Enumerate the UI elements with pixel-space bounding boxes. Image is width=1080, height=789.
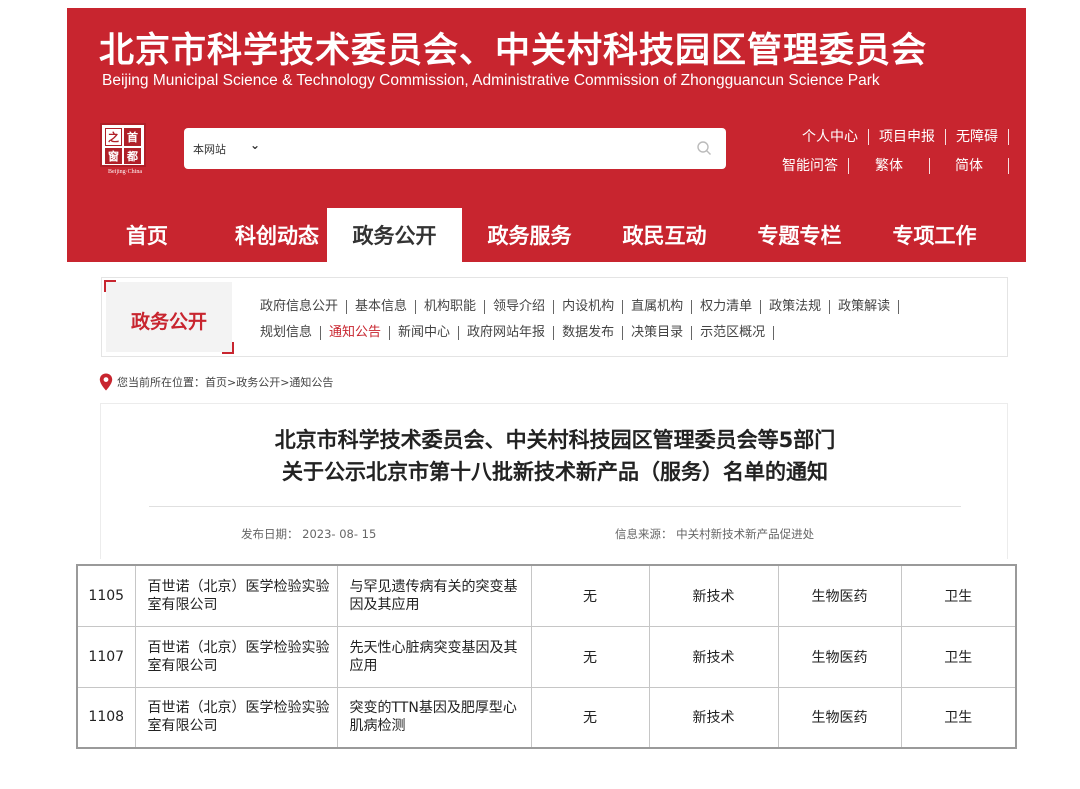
cell: 无: [530, 625, 650, 688]
top-links: 个人中心 项目申报 无障碍 智能问答 繁体 简体: [749, 122, 1009, 180]
subnav-link[interactable]: 决策目录: [623, 326, 693, 340]
product-table: 1105 百世诺（北京）医学检验实验室有限公司 与罕见遗传病有关的突变基因及其应…: [76, 564, 1017, 749]
cell: 卫生: [900, 686, 1017, 749]
subnav-link[interactable]: 基本信息: [347, 300, 417, 314]
cell: 新技术: [648, 564, 779, 627]
publish-date-label: 发布日期：: [241, 527, 299, 541]
nav-item-special-topics[interactable]: 专题专栏: [732, 208, 867, 262]
cell-org: 百世诺（北京）医学检验实验室有限公司: [134, 686, 338, 749]
table-row: 1105 百世诺（北京）医学检验实验室有限公司 与罕见遗传病有关的突变基因及其应…: [76, 564, 1017, 627]
cell-name: 先天性心脏病突变基因及其应用: [336, 625, 532, 688]
subnav-panel: 政务公开 政府信息公开 基本信息 机构职能 领导介绍 内设机构 直属机构 权力清…: [101, 277, 1008, 357]
cell: 生物医药: [777, 564, 902, 627]
subnav-link[interactable]: 新闻中心: [390, 326, 460, 340]
subnav-link[interactable]: 政府信息公开: [254, 300, 348, 314]
subnav-link[interactable]: 直属机构: [623, 300, 693, 314]
divider: [149, 506, 961, 507]
cell-no: 1108: [76, 686, 136, 749]
subnav-tag: 政务公开: [104, 280, 234, 354]
cell-org: 百世诺（北京）医学检验实验室有限公司: [134, 625, 338, 688]
cell-org: 百世诺（北京）医学检验实验室有限公司: [134, 564, 338, 627]
search-scope-select[interactable]: 本网站: [193, 141, 226, 157]
info-source: 信息来源： 中关村新技术新产品促进处: [615, 526, 814, 542]
search-icon[interactable]: [696, 140, 712, 156]
capital-window-logo[interactable]: 之 首 窗 都 Beijing·China: [100, 123, 146, 179]
logo-subtitle: Beijing·China: [108, 169, 142, 175]
smart-qa-link[interactable]: 智能问答: [772, 157, 849, 174]
subnav-link[interactable]: 政府网站年报: [459, 326, 555, 340]
table-row: 1108 百世诺（北京）医学检验实验室有限公司 突变的TTN基因及肥厚型心肌病检…: [76, 686, 1017, 749]
nav-item-tech-news[interactable]: 科创动态: [227, 208, 327, 262]
cell: 卫生: [900, 564, 1017, 627]
subnav-link[interactable]: 政策法规: [761, 300, 831, 314]
publish-date-value: 2023- 08- 15: [302, 527, 377, 541]
subnav-link[interactable]: 领导介绍: [485, 300, 555, 314]
logo-char: 窗: [105, 148, 122, 164]
subnav-link[interactable]: 权力清单: [692, 300, 762, 314]
subnav-title: 政务公开: [130, 311, 207, 333]
cell-no: 1105: [76, 564, 136, 627]
breadcrumb-text[interactable]: 您当前所在位置：首页>政务公开>通知公告: [117, 374, 333, 390]
cell: 卫生: [900, 625, 1017, 688]
cell-name: 突变的TTN基因及肥厚型心肌病检测: [336, 686, 532, 749]
cell: 无: [530, 564, 650, 627]
article-title-line2: 关于公示北京市第十八批新技术新产品（服务）名单的通知: [282, 460, 828, 484]
logo-char: 首: [124, 128, 141, 146]
subnav-link[interactable]: 机构职能: [416, 300, 486, 314]
site-header: 北京市科学技术委员会、中关村科技园区管理委员会 Beijing Municipa…: [67, 8, 1026, 272]
nav-item-gov-services[interactable]: 政务服务: [462, 208, 597, 262]
info-source-label: 信息来源：: [615, 527, 673, 541]
cell: 无: [530, 686, 650, 749]
accessibility-link[interactable]: 无障碍: [946, 128, 1009, 145]
logo-char: 都: [124, 148, 141, 164]
search-bar[interactable]: 本网站 ⌄: [184, 128, 726, 169]
cell: 新技术: [648, 686, 779, 749]
info-source-value: 中关村新技术新产品促进处: [676, 527, 815, 541]
breadcrumb: 您当前所在位置：首页>政务公开>通知公告: [99, 373, 333, 391]
site-title-en: Beijing Municipal Science & Technology C…: [102, 72, 880, 89]
article-header: 北京市科学技术委员会、中关村科技园区管理委员会等5部门 关于公示北京市第十八批新…: [100, 403, 1008, 559]
project-apply-link[interactable]: 项目申报: [869, 128, 946, 145]
chevron-down-icon[interactable]: ⌄: [250, 138, 260, 152]
cell: 新技术: [648, 625, 779, 688]
personal-center-link[interactable]: 个人中心: [792, 128, 869, 145]
subnav-link[interactable]: 内设机构: [554, 300, 624, 314]
cell-name: 与罕见遗传病有关的突变基因及其应用: [336, 564, 532, 627]
article-title: 北京市科学技术委员会、中关村科技园区管理委员会等5部门 关于公示北京市第十八批新…: [101, 424, 1009, 488]
nav-item-home[interactable]: 首页: [67, 208, 227, 262]
site-title[interactable]: 北京市科学技术委员会、中关村科技园区管理委员会: [99, 22, 927, 73]
subnav-links: 政府信息公开 基本信息 机构职能 领导介绍 内设机构 直属机构 权力清单 政策法…: [254, 294, 1004, 346]
simplified-chinese-link[interactable]: 简体: [930, 157, 1009, 174]
location-pin-icon: [99, 373, 113, 391]
article-title-line1: 北京市科学技术委员会、中关村科技园区管理委员会等5部门: [274, 428, 836, 452]
traditional-chinese-link[interactable]: 繁体: [849, 157, 930, 174]
subnav-link[interactable]: 示范区概况: [692, 326, 775, 340]
subnav-link[interactable]: 规划信息: [254, 326, 322, 340]
main-nav: 首页 科创动态 政务公开 政务服务 政民互动 专题专栏 专项工作: [67, 208, 1026, 272]
publish-date: 发布日期： 2023- 08- 15: [241, 526, 376, 542]
nav-item-interaction[interactable]: 政民互动: [597, 208, 732, 262]
cell: 生物医药: [777, 625, 902, 688]
logo-box: 之 首 窗 都: [100, 123, 146, 167]
subnav-link-notices[interactable]: 通知公告: [321, 326, 391, 340]
subnav-link[interactable]: 政策解读: [830, 300, 900, 314]
logo-char: 之: [105, 128, 122, 146]
nav-item-gov-affairs[interactable]: 政务公开: [327, 208, 462, 272]
nav-item-special-work[interactable]: 专项工作: [867, 208, 1002, 262]
cell: 生物医药: [777, 686, 902, 749]
cell-no: 1107: [76, 625, 136, 688]
table-row: 1107 百世诺（北京）医学检验实验室有限公司 先天性心脏病突变基因及其应用 无…: [76, 625, 1017, 688]
subnav-link[interactable]: 数据发布: [554, 326, 624, 340]
